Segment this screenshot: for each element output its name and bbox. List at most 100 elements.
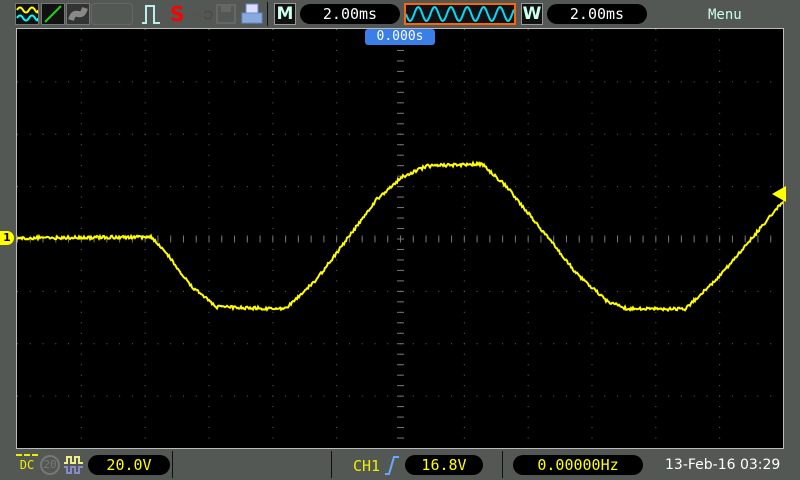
grid-dot <box>681 396 682 397</box>
grid-dot <box>757 186 758 187</box>
grid-dot <box>336 280 337 281</box>
grid-dot <box>196 81 197 82</box>
grid-dot <box>272 134 273 135</box>
grid-dot <box>770 81 771 82</box>
probe-icon <box>63 455 85 479</box>
grid-dot <box>592 427 593 428</box>
trigger-time-marker[interactable]: 0.000s <box>365 29 435 45</box>
grid-dot <box>528 301 529 302</box>
grid-dot <box>579 396 580 397</box>
grid-dot <box>170 81 171 82</box>
menu-button[interactable]: Menu <box>708 7 742 23</box>
grid-dot <box>528 312 529 313</box>
grid-dot <box>655 113 656 114</box>
grid-dot <box>30 186 31 187</box>
grid-dot <box>336 92 337 93</box>
grid-dot <box>528 218 529 219</box>
grid-dot <box>592 102 593 103</box>
grid-dot <box>145 270 146 271</box>
grid-dot <box>706 81 707 82</box>
grid-dot <box>719 71 720 72</box>
grid-dot <box>374 134 375 135</box>
bandwidth-limit-icon[interactable]: 20 <box>40 455 60 475</box>
grid-dot <box>336 301 337 302</box>
grid-dot <box>540 343 541 344</box>
grid-dot <box>272 165 273 166</box>
grid-dot <box>438 81 439 82</box>
trigger-level[interactable]: 16.8V <box>405 455 483 475</box>
grid-dot <box>30 343 31 344</box>
coupling-dc-icon[interactable]: DC <box>16 454 38 471</box>
grid-dot <box>719 364 720 365</box>
grid-dot <box>706 186 707 187</box>
grid-dot <box>272 385 273 386</box>
grid-dot <box>209 60 210 61</box>
trigger-source[interactable]: CH1 <box>353 457 380 475</box>
grid-dot <box>592 322 593 323</box>
grid-dot <box>464 81 465 82</box>
grid-dot <box>285 134 286 135</box>
trigger-level-marker[interactable] <box>772 186 786 206</box>
grid-dot <box>528 406 529 407</box>
channel-scale[interactable]: 20.0V <box>88 455 170 475</box>
grid-dot <box>209 322 210 323</box>
printer-icon[interactable] <box>241 3 263 29</box>
grid-dot <box>464 249 465 250</box>
grid-dot <box>183 343 184 344</box>
grid-dot <box>349 396 350 397</box>
grid-dot <box>694 134 695 135</box>
grid-dot <box>209 207 210 208</box>
grid-dot <box>336 438 337 439</box>
grid-dot <box>209 102 210 103</box>
grid-dot <box>502 81 503 82</box>
grid-dot <box>272 417 273 418</box>
grid-dot <box>566 134 567 135</box>
grid-dot <box>592 280 593 281</box>
grid-dot <box>247 186 248 187</box>
grid-dot <box>132 134 133 135</box>
trigger-pulse-icon[interactable] <box>140 3 162 29</box>
channel-1-marker[interactable]: 1 <box>0 231 14 245</box>
grid-dot <box>145 249 146 250</box>
window-timebase-value[interactable]: 2.00ms <box>547 4 647 24</box>
zoom-window-icon[interactable] <box>404 3 516 25</box>
grid-dot <box>336 322 337 323</box>
grid-dot <box>132 81 133 82</box>
grid-dot <box>81 207 82 208</box>
grid-dot <box>592 92 593 93</box>
grid-dot <box>247 343 248 344</box>
math-line-icon[interactable] <box>41 3 65 25</box>
grid-dot <box>553 134 554 135</box>
grid-dot <box>630 81 631 82</box>
grid-dot <box>464 364 465 365</box>
grid-dot <box>17 343 18 344</box>
grid-dot <box>272 39 273 40</box>
grid-dot <box>732 134 733 135</box>
grid-dot <box>30 134 31 135</box>
grid-dot <box>336 396 337 397</box>
grid-dot <box>260 81 261 82</box>
grid-dot <box>655 60 656 61</box>
grid-dot <box>655 259 656 260</box>
persistence-icon[interactable] <box>66 3 90 25</box>
grid-dot <box>592 176 593 177</box>
grid-dot <box>272 60 273 61</box>
grid-dot <box>719 406 720 407</box>
grid-dot <box>209 165 210 166</box>
grid-dot <box>515 186 516 187</box>
grid-dot <box>81 71 82 72</box>
grid-dot <box>630 396 631 397</box>
stop-icon[interactable]: S <box>170 2 184 26</box>
grid-dot <box>145 312 146 313</box>
grid-dot <box>272 364 273 365</box>
save-disk-icon[interactable] <box>216 4 236 28</box>
grid-dot <box>17 186 18 187</box>
grid-dot <box>604 81 605 82</box>
grid-dot <box>68 134 69 135</box>
grid-dot <box>528 228 529 229</box>
main-timebase-value[interactable]: 2.00ms <box>300 4 400 24</box>
grid-dot <box>81 406 82 407</box>
channel-waveform-icon[interactable] <box>15 3 39 25</box>
grid-dot <box>336 417 337 418</box>
grid-dot <box>145 102 146 103</box>
